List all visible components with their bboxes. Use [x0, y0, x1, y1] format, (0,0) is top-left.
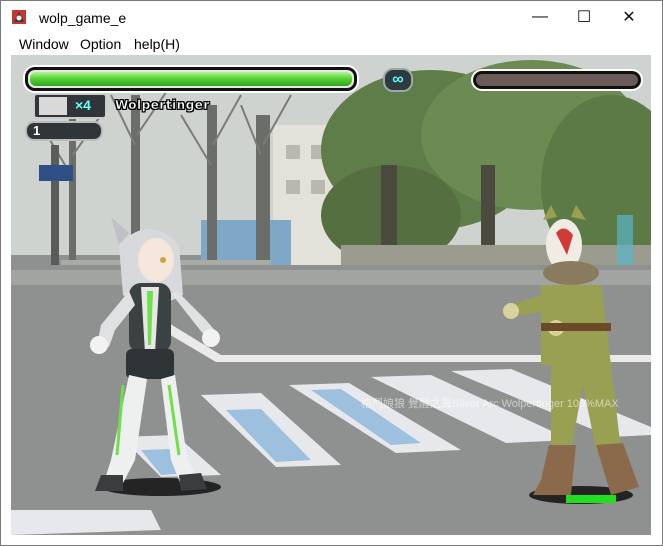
game-viewport[interactable]: ∞ ×4 Wolpertinger 1 格鬥娘狼 覺醒之翼Silver Arc … — [11, 55, 651, 535]
player1-hp-bar — [25, 67, 357, 91]
player2-hp-bar — [473, 71, 641, 89]
maximize-icon: ☐ — [576, 9, 592, 26]
player1-hp-fill — [30, 72, 352, 86]
lives-counter: ×4 — [75, 97, 91, 113]
minimize-button[interactable]: — — [517, 1, 563, 33]
portrait-icon — [39, 97, 67, 115]
menu-option[interactable]: Option — [80, 36, 121, 52]
maximize-button[interactable]: ☐ — [561, 1, 607, 33]
infinity-icon: ∞ — [392, 71, 404, 88]
game-scene — [11, 55, 651, 535]
meter-level: 1 — [33, 123, 41, 138]
close-icon: ✕ — [622, 9, 636, 26]
player1-portrait: ×4 — [33, 93, 107, 119]
menu-bar: Window Option help(H) — [1, 33, 662, 55]
close-button[interactable]: ✕ — [606, 1, 652, 33]
menu-window[interactable]: Window — [19, 36, 69, 52]
round-timer: ∞ — [383, 68, 413, 92]
player1-name: Wolpertinger — [115, 98, 210, 113]
app-icon — [12, 10, 26, 24]
minimize-icon: — — [532, 8, 548, 25]
player1-meter: 1 — [25, 121, 103, 141]
watermark-text: 格鬥娘狼 覺醒之翼Silver Arc Wolpertinger 100%MAX — [361, 398, 619, 410]
title-bar[interactable]: wolp_game_e — ☐ ✕ — [1, 1, 662, 33]
window-title: wolp_game_e — [39, 10, 127, 26]
app-window: wolp_game_e — ☐ ✕ Window Option help(H) — [0, 0, 663, 546]
menu-help[interactable]: help(H) — [134, 36, 180, 52]
